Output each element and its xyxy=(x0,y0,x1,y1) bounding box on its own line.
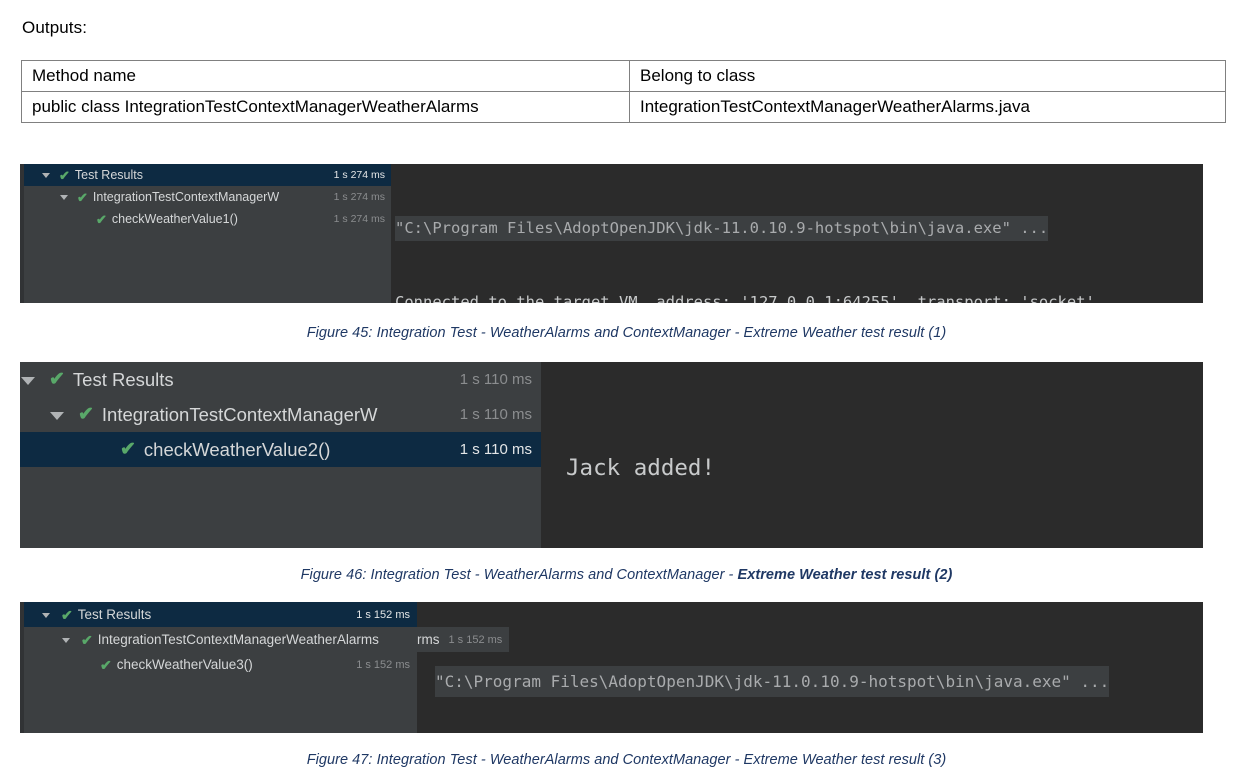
tree-row-duration: 1 s 152 ms xyxy=(356,658,410,671)
test-results-tree-3[interactable]: ✔ Test Results 1 s 152 ms ✔ IntegrationT… xyxy=(24,602,417,733)
outputs-table: Method name Belong to class public class… xyxy=(21,60,1226,123)
chevron-down-icon[interactable] xyxy=(50,397,78,432)
check-icon: ✔ xyxy=(78,404,94,425)
tree-row-label: checkWeatherValue3() xyxy=(116,657,253,672)
chevron-down-icon[interactable] xyxy=(60,186,77,208)
chevron-down-icon[interactable] xyxy=(62,627,81,652)
tree-row-duration: 1 s 110 ms xyxy=(459,406,532,423)
check-icon: ✔ xyxy=(61,606,73,623)
tree-row-test-results[interactable]: ✔ Test Results 1 s 152 ms xyxy=(24,602,417,627)
tree-row-label: Test Results xyxy=(77,607,152,622)
tree-row-duration: 1 s 274 ms xyxy=(333,213,385,225)
chevron-down-icon[interactable] xyxy=(21,362,49,397)
tree-row-test-method[interactable]: ✔ checkWeatherValue2() 1 s 110 ms xyxy=(20,432,541,467)
tree-row-label: Test Results xyxy=(74,168,143,182)
check-icon: ✔ xyxy=(59,167,70,183)
console-command-line: "C:\Program Files\AdoptOpenJDK\jdk-11.0.… xyxy=(435,666,1203,697)
caption-text: Figure 46: Integration Test - WeatherAla… xyxy=(300,567,738,583)
test-results-tree-1[interactable]: ✔ Test Results 1 s 274 ms ✔ IntegrationT… xyxy=(24,164,391,303)
console-output-2[interactable]: Jack added! Weather monitoring value: 2 xyxy=(541,362,1203,548)
table-row: public class IntegrationTestContextManag… xyxy=(21,91,1226,123)
tree-row-duration: 1 s 274 ms xyxy=(333,191,385,203)
tree-row-label: IntegrationTestContextManagerW xyxy=(92,190,280,204)
chevron-down-icon[interactable] xyxy=(42,164,59,186)
tree-row-duration: 1 s 110 ms xyxy=(459,441,532,458)
tree-row-label-overflow: rms xyxy=(417,632,440,647)
console-line: Connected to the target VM, address: '12… xyxy=(395,292,1095,304)
tree-row-label: IntegrationTestContextManagerWeatherAlar… xyxy=(97,632,379,647)
check-icon: ✔ xyxy=(81,631,93,648)
check-icon: ✔ xyxy=(120,439,136,460)
check-icon: ✔ xyxy=(96,211,107,227)
tree-row-duration: 1 s 274 ms xyxy=(333,169,385,181)
check-icon: ✔ xyxy=(100,656,112,673)
tree-row-label: Test Results xyxy=(72,368,174,390)
caption-text: Figure 47: Integration Test - WeatherAla… xyxy=(306,752,947,768)
console-line: Jack added! xyxy=(566,455,716,481)
table-header-method-name: Method name xyxy=(21,60,630,92)
figure-caption-46: Figure 46: Integration Test - WeatherAla… xyxy=(0,567,1253,583)
figure-caption-47: Figure 47: Integration Test - WeatherAla… xyxy=(0,752,1253,768)
console-command-line: "C:\Program Files\AdoptOpenJDK\jdk-11.0.… xyxy=(395,216,1203,241)
chevron-down-icon[interactable] xyxy=(42,602,61,627)
check-icon: ✔ xyxy=(77,189,88,205)
tree-row-label: IntegrationTestContextManagerW xyxy=(101,403,378,425)
tree-row-label: checkWeatherValue1() xyxy=(111,212,238,226)
tree-row-test-class[interactable]: ✔ IntegrationTestContextManagerW 1 s 110… xyxy=(20,397,541,432)
tree-row-test-class[interactable]: ✔ IntegrationTestContextManagerWeatherAl… xyxy=(24,627,417,652)
check-icon: ✔ xyxy=(49,369,65,390)
tree-row-test-results[interactable]: ✔ Test Results 1 s 274 ms xyxy=(24,164,391,186)
test-runner-panel-3: ✔ Test Results 1 s 152 ms ✔ IntegrationT… xyxy=(20,602,1203,733)
test-runner-panel-2: ✔ Test Results 1 s 110 ms ✔ IntegrationT… xyxy=(20,362,1203,548)
tree-row-duration: 1 s 152 ms xyxy=(448,633,503,646)
tree-row-label: checkWeatherValue2() xyxy=(143,438,331,460)
page-title: Outputs: xyxy=(22,18,88,37)
tree-row-duration: 1 s 152 ms xyxy=(356,608,410,621)
test-results-tree-2[interactable]: ✔ Test Results 1 s 110 ms ✔ IntegrationT… xyxy=(20,362,541,548)
figure-caption-45: Figure 45: Integration Test - WeatherAla… xyxy=(0,325,1253,341)
tree-row-test-method[interactable]: ✔ checkWeatherValue1() 1 s 274 ms xyxy=(24,208,391,230)
table-header-belong-to-class: Belong to class xyxy=(629,60,1226,92)
console-command-text: "C:\Program Files\AdoptOpenJDK\jdk-11.0.… xyxy=(435,666,1110,697)
table-cell-belong-to-class: IntegrationTestContextManagerWeatherAlar… xyxy=(629,91,1226,123)
caption-text: Figure 45: Integration Test - WeatherAla… xyxy=(306,325,947,341)
tree-row-test-method[interactable]: ✔ checkWeatherValue3() 1 s 152 ms xyxy=(24,652,417,677)
console-command-text: "C:\Program Files\AdoptOpenJDK\jdk-11.0.… xyxy=(395,216,1049,241)
table-cell-method-name: public class IntegrationTestContextManag… xyxy=(21,91,630,123)
table-header-row: Method name Belong to class xyxy=(21,60,1226,92)
tree-row-duration: 1 s 110 ms xyxy=(459,371,532,388)
caption-text-bold: Extreme Weather test result (2) xyxy=(737,567,953,583)
tree-row-test-class[interactable]: ✔ IntegrationTestContextManagerW 1 s 274… xyxy=(24,186,391,208)
console-output-3[interactable]: "C:\Program Files\AdoptOpenJDK\jdk-11.0.… xyxy=(417,602,1203,733)
console-output-1[interactable]: "C:\Program Files\AdoptOpenJDK\jdk-11.0.… xyxy=(395,164,1203,303)
test-runner-panel-1: ✔ Test Results 1 s 274 ms ✔ IntegrationT… xyxy=(20,164,1203,303)
tree-row-test-results[interactable]: ✔ Test Results 1 s 110 ms xyxy=(20,362,541,397)
tree-row-test-class-overflow[interactable]: rms 1 s 152 ms xyxy=(417,627,510,652)
